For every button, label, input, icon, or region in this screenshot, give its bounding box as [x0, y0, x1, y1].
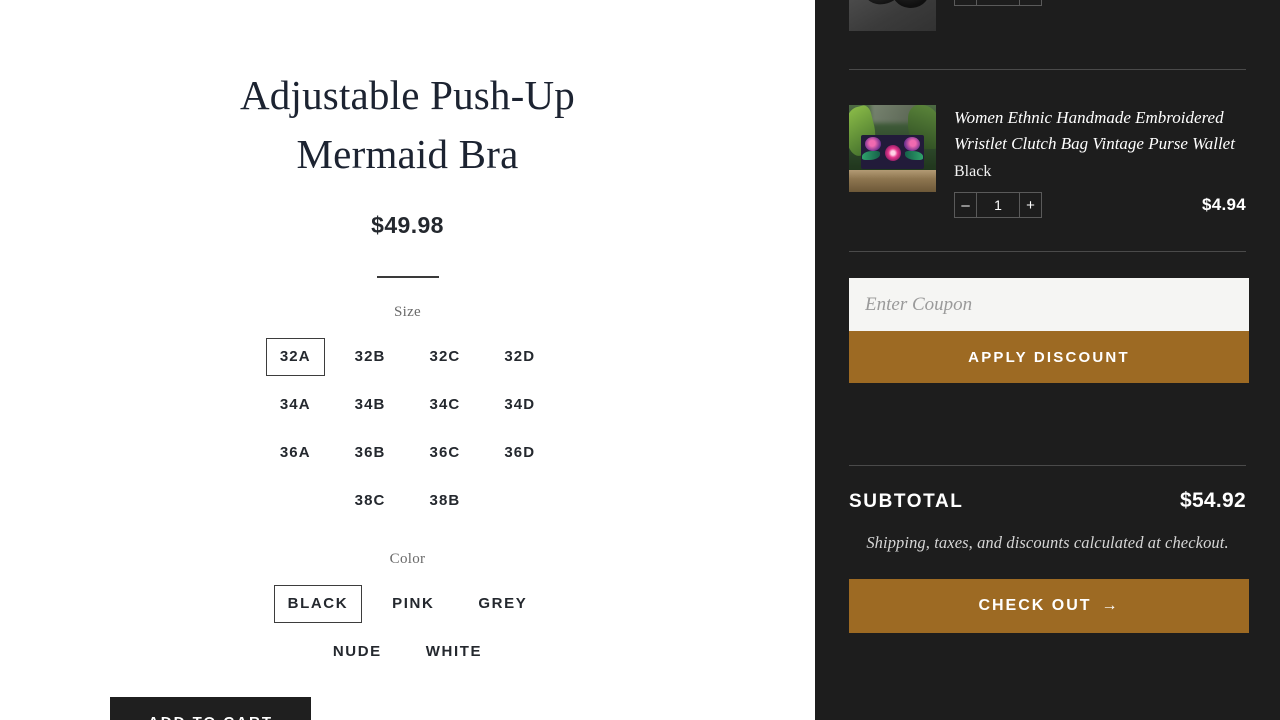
title-divider [376, 276, 439, 278]
quantity-increase-button[interactable]: + [1020, 0, 1042, 6]
color-option-nude[interactable]: NUDE [319, 633, 396, 671]
size-option-group: Size 32A 32B 32C 32D 34A 34B 34C 34D 36A 36B 36C 36… [222, 304, 594, 525]
color-option-pink[interactable]: PINK [378, 585, 448, 623]
size-option-38b[interactable]: 38B [416, 482, 475, 520]
subtotal-row: SUBTOTAL $54.92 [849, 489, 1246, 513]
checkout-note: Shipping, taxes, and discounts calculate… [866, 533, 1229, 552]
size-option-34a[interactable]: 34A [266, 386, 325, 424]
size-option-34d[interactable]: 34D [490, 386, 549, 424]
size-option-list: 32A 32B 32C 32D 34A 34B 34C 34D 36A 36B 36C 36D 38C 3… [222, 333, 594, 525]
quantity-decrease-button[interactable]: – [954, 0, 976, 6]
size-option-32c[interactable]: 32C [416, 338, 475, 376]
cart-divider [849, 465, 1246, 466]
size-option-36d[interactable]: 36D [490, 434, 549, 472]
thumb-shape-cup-right [890, 0, 932, 10]
cart-divider [849, 251, 1246, 252]
cart-item-controls-row: – 1 + $49.98 [954, 0, 1246, 6]
cart-item-details: Women Ethnic Handmade Embroidered Wristl… [954, 105, 1246, 218]
cart-item-thumbnail-bra[interactable] [849, 0, 936, 31]
quantity-value[interactable]: 1 [976, 192, 1020, 218]
color-option-grey[interactable]: GREY [464, 585, 541, 623]
coupon-section: APPLY DISCOUNT [849, 278, 1249, 383]
quantity-increase-button[interactable]: + [1020, 192, 1042, 218]
cart-item-title[interactable]: Women Ethnic Handmade Embroidered Wristl… [954, 105, 1246, 156]
thumb-shape-leaf-right [905, 151, 923, 160]
cart-line-item[interactable]: 32A / Black – 1 + $49.98 [849, 0, 1246, 31]
size-option-label: Size [393, 304, 422, 320]
quantity-decrease-button[interactable]: – [954, 192, 976, 218]
cart-drawer: 32A / Black – 1 + $49.98 [815, 0, 1280, 720]
thumb-shape-bag [861, 135, 924, 169]
size-option-36c[interactable]: 36C [416, 434, 475, 472]
checkout-button-label: CHECK OUT [978, 597, 1092, 614]
cart-items-list-secondary: Women Ethnic Handmade Embroidered Wristl… [815, 105, 1280, 218]
cart-item-controls-row: – 1 + $4.94 [954, 192, 1246, 218]
color-option-white[interactable]: WHITE [412, 633, 496, 671]
arrow-right-icon: → [1101, 597, 1120, 614]
color-option-label: Color [389, 551, 426, 567]
cart-items-list: 32A / Black – 1 + $49.98 [815, 0, 1280, 31]
cart-item-thumbnail-clutch-bag[interactable] [849, 105, 936, 192]
cart-item-price: $49.98 [1192, 0, 1246, 3]
product-page: Adjustable Push-Up Mermaid Bra $49.98 Si… [0, 0, 1280, 720]
color-option-group: Color BLACK PINK GREY NUDE WHITE [222, 551, 594, 676]
quantity-stepper[interactable]: – 1 + [954, 192, 1042, 218]
cart-item-variant: Black [954, 163, 992, 180]
quantity-value[interactable]: 1 [976, 0, 1020, 6]
size-option-36a[interactable]: 36A [266, 434, 325, 472]
product-detail-content: Adjustable Push-Up Mermaid Bra $49.98 Si… [222, 0, 594, 676]
size-option-34b[interactable]: 34B [341, 386, 400, 424]
cart-item-price: $4.94 [1201, 195, 1246, 214]
subtotal-value: $54.92 [1179, 489, 1246, 512]
cart-item-details: 32A / Black – 1 + $49.98 [954, 0, 1246, 6]
apply-discount-button[interactable]: APPLY DISCOUNT [849, 331, 1249, 383]
cart-divider [849, 69, 1246, 70]
add-to-cart-container: ADD TO CART [110, 697, 311, 720]
coupon-input[interactable] [849, 278, 1249, 331]
thumb-shape-ledge [849, 170, 936, 192]
size-option-32b[interactable]: 32B [341, 338, 400, 376]
subtotal-label: SUBTOTAL [849, 491, 964, 512]
product-detail-panel: Adjustable Push-Up Mermaid Bra $49.98 Si… [0, 0, 815, 720]
cart-line-item[interactable]: Women Ethnic Handmade Embroidered Wristl… [849, 105, 1246, 218]
checkout-button[interactable]: CHECK OUT → [849, 579, 1249, 633]
size-option-38c[interactable]: 38C [341, 482, 400, 520]
add-to-cart-button[interactable]: ADD TO CART [110, 697, 311, 720]
product-price: $49.98 [371, 212, 444, 238]
size-option-32a[interactable]: 32A [265, 338, 325, 376]
color-option-black[interactable]: BLACK [273, 585, 363, 623]
quantity-stepper[interactable]: – 1 + [954, 0, 1042, 6]
size-option-34c[interactable]: 34C [416, 386, 475, 424]
thumb-shape-leaf-left [862, 151, 880, 160]
page-title: Adjustable Push-Up Mermaid Bra [239, 72, 575, 177]
color-option-list: BLACK PINK GREY NUDE WHITE [222, 580, 594, 676]
thumb-shape-flower-center [885, 145, 901, 161]
thumb-shape-flower-right [904, 137, 920, 151]
size-option-32d[interactable]: 32D [490, 338, 549, 376]
thumb-shape-flower-left [865, 137, 881, 151]
size-option-36b[interactable]: 36B [341, 434, 400, 472]
